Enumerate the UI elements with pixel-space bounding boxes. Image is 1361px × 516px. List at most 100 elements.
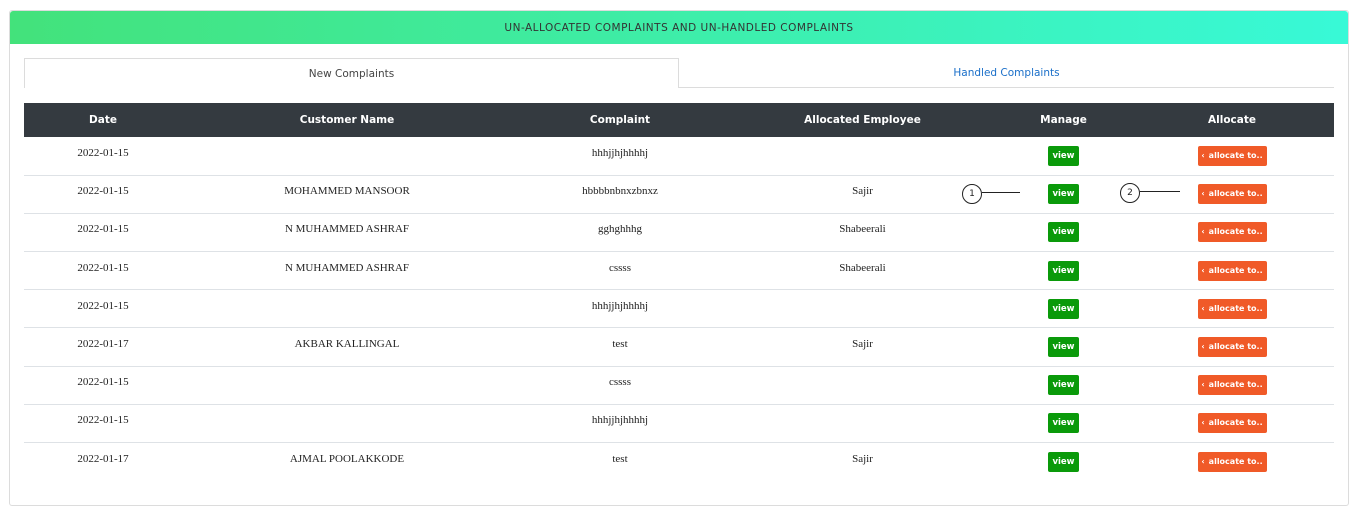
cell-allocated-employee-text: Sajir (852, 338, 873, 351)
cell-customer-name (182, 137, 512, 175)
cell-date-text: 2022-01-15 (77, 261, 129, 274)
column-header-date: Date (89, 114, 117, 126)
table-header-row: Date Customer Name Complaint Allocated E… (24, 103, 1334, 137)
allocate-label: allocate to.. (1208, 150, 1263, 160)
view-button[interactable]: view (1048, 337, 1079, 358)
view-button[interactable]: view (1048, 184, 1079, 205)
cell-date: 2022-01-15 (24, 137, 182, 175)
cell-date: 2022-01-15 (24, 252, 182, 290)
cell-manage: view (997, 404, 1130, 442)
tab-handled-complaints[interactable]: Handled Complaints (679, 58, 1334, 87)
view-button[interactable]: view (1048, 222, 1079, 243)
cell-allocate: ‹ allocate to.. (1130, 290, 1334, 328)
cell-manage: view (997, 252, 1130, 290)
annotation-line-2 (1140, 191, 1180, 192)
view-button[interactable]: view (1048, 145, 1079, 166)
cell-complaint-text: test (612, 338, 628, 351)
table-row: 2022-01-15 hhhjjhjhhhhj view ‹ allocate to.. (24, 137, 1334, 176)
annotation-marker-2: 2 (1120, 183, 1140, 203)
table-row: 2022-01-15 cssss view ‹ allocate to.. (24, 366, 1334, 405)
allocate-dropdown-button[interactable]: ‹ allocate to.. (1197, 145, 1267, 166)
cell-allocated-employee: Sajir (728, 443, 997, 481)
cell-customer-name-text: N MUHAMMED ASHRAF (284, 223, 410, 236)
view-button[interactable]: view (1048, 298, 1079, 319)
annotation-marker-1: 1 (962, 184, 982, 204)
caret-left-icon: ‹ (1201, 303, 1205, 313)
cell-manage: view (997, 443, 1130, 481)
allocate-dropdown-button[interactable]: ‹ allocate to.. (1197, 337, 1267, 358)
cell-customer-name (182, 366, 512, 404)
cell-date: 2022-01-15 (24, 404, 182, 442)
allocate-dropdown-button[interactable]: ‹ allocate to.. (1197, 260, 1267, 281)
complaint-tabs: New Complaints Handled Complaints (24, 58, 1334, 88)
allocate-label: allocate to.. (1208, 303, 1263, 313)
allocate-dropdown-button[interactable]: ‹ allocate to.. (1197, 375, 1267, 396)
cell-manage: view (997, 290, 1130, 328)
cell-customer-name: N MUHAMMED ASHRAF (182, 252, 512, 290)
cell-date-text: 2022-01-15 (77, 414, 129, 427)
tab-new-complaints[interactable]: New Complaints (24, 58, 679, 88)
view-button[interactable]: view (1048, 451, 1079, 472)
allocate-label: allocate to.. (1208, 380, 1263, 390)
cell-allocated-employee-text: Shabeerali (839, 223, 886, 236)
cell-customer-name-text: AJMAL POOLAKKODE (289, 452, 405, 465)
complaints-table: Date Customer Name Complaint Allocated E… (24, 103, 1334, 481)
allocate-dropdown-button[interactable]: ‹ allocate to.. (1197, 298, 1267, 319)
cell-date: 2022-01-15 (24, 213, 182, 251)
cell-date: 2022-01-17 (24, 443, 182, 481)
cell-manage: view (997, 213, 1130, 251)
view-button[interactable]: view (1048, 260, 1079, 281)
annotation-label-1: 1 (969, 189, 975, 199)
cell-allocated-employee (728, 137, 997, 175)
cell-complaint-text: cssss (608, 261, 631, 274)
cell-complaint: test (512, 328, 728, 366)
cell-allocate: ‹ allocate to.. (1130, 252, 1334, 290)
cell-allocated-employee-text: Sajir (852, 185, 873, 198)
cell-customer-name: N MUHAMMED ASHRAF (182, 213, 512, 251)
column-header-manage: Manage (1040, 114, 1087, 126)
cell-allocated-employee-text: Shabeerali (839, 261, 886, 274)
cell-date-text: 2022-01-17 (77, 452, 129, 465)
cell-customer-name: AKBAR KALLINGAL (182, 328, 512, 366)
cell-complaint: hbbbbnbnxzbnxz (512, 175, 728, 213)
cell-date-text: 2022-01-15 (77, 376, 129, 389)
cell-date: 2022-01-17 (24, 328, 182, 366)
allocate-dropdown-button[interactable]: ‹ allocate to.. (1197, 184, 1267, 205)
allocate-label: allocate to.. (1208, 418, 1263, 428)
cell-customer-name-text: MOHAMMED MANSOOR (284, 185, 410, 198)
card-header: UN-ALLOCATED COMPLAINTS AND UN-HANDLED C… (10, 11, 1348, 44)
view-button[interactable]: view (1048, 413, 1079, 434)
cell-customer-name-text: AKBAR KALLINGAL (294, 338, 400, 351)
caret-left-icon: ‹ (1201, 227, 1205, 237)
caret-left-icon: ‹ (1201, 456, 1205, 466)
caret-left-icon: ‹ (1201, 342, 1205, 352)
cell-customer-name (182, 404, 512, 442)
cell-complaint-text: gghghhhg (598, 223, 642, 236)
allocate-dropdown-button[interactable]: ‹ allocate to.. (1197, 222, 1267, 243)
cell-date-text: 2022-01-15 (77, 185, 129, 198)
cell-allocate: ‹ allocate to.. (1130, 366, 1334, 404)
cell-allocate: ‹ allocate to.. (1130, 175, 1334, 213)
cell-customer-name: AJMAL POOLAKKODE (182, 443, 512, 481)
view-button[interactable]: view (1048, 375, 1079, 396)
caret-left-icon: ‹ (1201, 418, 1205, 428)
cell-manage: view (997, 328, 1130, 366)
cell-date-text: 2022-01-15 (77, 299, 129, 312)
cell-complaint: test (512, 443, 728, 481)
cell-complaint-text: cssss (608, 376, 631, 389)
cell-complaint-text: hhhjjhjhhhhj (591, 414, 649, 427)
cell-allocate: ‹ allocate to.. (1130, 404, 1334, 442)
cell-allocate: ‹ allocate to.. (1130, 137, 1334, 175)
allocate-dropdown-button[interactable]: ‹ allocate to.. (1197, 451, 1267, 472)
cell-date-text: 2022-01-15 (77, 223, 129, 236)
table-row: 2022-01-15 hhhjjhjhhhhj view ‹ allocate to.. (24, 404, 1334, 443)
cell-complaint: hhhjjhjhhhhj (512, 404, 728, 442)
cell-complaint: cssss (512, 366, 728, 404)
allocate-dropdown-button[interactable]: ‹ allocate to.. (1197, 413, 1267, 434)
cell-customer-name (182, 290, 512, 328)
cell-allocated-employee (728, 366, 997, 404)
column-header-allocated-employee: Allocated Employee (804, 114, 921, 126)
cell-date: 2022-01-15 (24, 175, 182, 213)
cell-allocated-employee: Shabeerali (728, 252, 997, 290)
allocate-label: allocate to.. (1208, 456, 1263, 466)
